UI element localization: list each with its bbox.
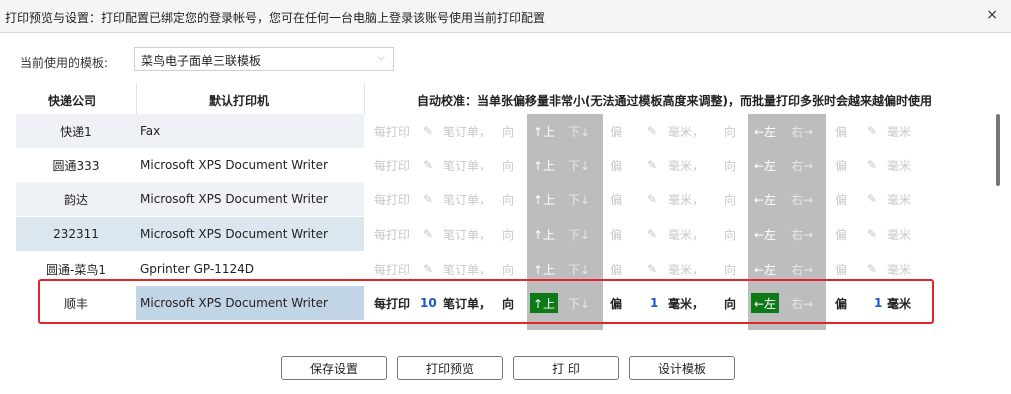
direction-label: 向 bbox=[724, 192, 737, 207]
offset-label: 偏 bbox=[610, 227, 623, 242]
right-toggle[interactable]: 右→ bbox=[791, 182, 813, 216]
right-toggle[interactable]: 右→ bbox=[791, 217, 813, 251]
up-toggle[interactable]: ↑上 bbox=[530, 121, 558, 141]
offset-label: 偏 bbox=[610, 192, 623, 207]
pencil-icon[interactable]: ✎ bbox=[647, 182, 657, 216]
orders-unit-label: 笔订单， bbox=[443, 158, 492, 173]
mm-label: 毫米， bbox=[668, 192, 705, 207]
direction-label: 向 bbox=[502, 158, 515, 173]
printer-name[interactable]: Microsoft XPS Document Writer bbox=[136, 217, 364, 251]
left-toggle[interactable]: ←左 bbox=[751, 224, 779, 244]
pencil-icon[interactable]: ✎ bbox=[647, 217, 657, 251]
pencil-icon[interactable]: ✎ bbox=[423, 114, 433, 148]
header-printer: 默认打印机 bbox=[209, 94, 270, 108]
mm-label: 毫米， bbox=[668, 227, 705, 242]
design-template-button[interactable]: 设计模板 bbox=[629, 356, 735, 380]
pencil-icon[interactable]: ✎ bbox=[867, 182, 877, 216]
print-preview-button[interactable]: 打印预览 bbox=[397, 356, 503, 380]
dialog-titlebar: 打印预览与设置：打印配置已绑定您的登录帐号，您可在任何一台电脑上登录该账号使用当… bbox=[0, 0, 1011, 33]
dialog-title: 打印预览与设置：打印配置已绑定您的登录帐号，您可在任何一台电脑上登录该账号使用当… bbox=[5, 11, 546, 25]
pencil-icon[interactable]: ✎ bbox=[647, 114, 657, 148]
down-toggle[interactable]: 下↓ bbox=[568, 182, 590, 216]
printer-name[interactable]: Fax bbox=[136, 114, 364, 148]
right-toggle[interactable]: 右→ bbox=[791, 114, 813, 148]
pencil-icon[interactable]: ✎ bbox=[423, 182, 433, 216]
pencil-icon[interactable]: ✎ bbox=[867, 114, 877, 148]
mm-label: 毫米 bbox=[887, 124, 912, 139]
offset-label: 偏 bbox=[835, 158, 848, 173]
left-toggle[interactable]: ←左 bbox=[751, 259, 779, 279]
up-toggle[interactable]: ↑上 bbox=[530, 259, 558, 279]
left-toggle[interactable]: ←左 bbox=[751, 121, 779, 141]
up-toggle[interactable]: ↑上 bbox=[530, 224, 558, 244]
down-toggle[interactable]: 下↓ bbox=[568, 217, 590, 251]
pencil-icon[interactable]: ✎ bbox=[423, 148, 433, 182]
table-row[interactable]: 232311 Microsoft XPS Document Writer 每打印 ✎ 笔… bbox=[0, 217, 990, 251]
save-settings-button[interactable]: 保存设置 bbox=[281, 356, 387, 380]
chevron-down-icon: ⌵ bbox=[377, 52, 385, 63]
left-toggle[interactable]: ←左 bbox=[751, 155, 779, 175]
header-company: 快递公司 bbox=[48, 94, 97, 108]
template-label: 当前使用的模板: bbox=[20, 56, 109, 70]
pencil-icon[interactable]: ✎ bbox=[867, 217, 877, 251]
close-icon[interactable]: × bbox=[986, 7, 998, 23]
direction-label: 向 bbox=[724, 124, 737, 139]
header-divider bbox=[364, 84, 365, 114]
direction-label: 向 bbox=[502, 124, 515, 139]
offset-label: 偏 bbox=[835, 227, 848, 242]
direction-label: 向 bbox=[502, 227, 515, 242]
every-print-label: 每打印 bbox=[374, 227, 411, 242]
mm-label: 毫米， bbox=[668, 158, 705, 173]
direction-label: 向 bbox=[502, 192, 515, 207]
scrollbar-thumb[interactable] bbox=[996, 114, 1000, 186]
direction-label: 向 bbox=[724, 158, 737, 173]
direction-label: 向 bbox=[724, 227, 737, 242]
down-toggle[interactable]: 下↓ bbox=[568, 114, 590, 148]
company-name: 快递1 bbox=[16, 114, 136, 148]
orders-unit-label: 笔订单， bbox=[443, 192, 492, 207]
table-row[interactable]: 快递1 Fax 每打印 ✎ 笔订单， 向 ↑上 下↓ 偏 ✎ 毫米， 向 ←左 右→ 偏 ✎ 毫米 bbox=[0, 114, 990, 148]
up-toggle[interactable]: ↑上 bbox=[530, 155, 558, 175]
every-print-label: 每打印 bbox=[374, 192, 411, 207]
up-toggle[interactable]: ↑上 bbox=[530, 189, 558, 209]
header-divider bbox=[136, 84, 137, 114]
printer-name[interactable]: Microsoft XPS Document Writer bbox=[136, 148, 364, 182]
every-print-label: 每打印 bbox=[374, 124, 411, 139]
left-toggle[interactable]: ←左 bbox=[751, 189, 779, 209]
mm-label: 毫米 bbox=[887, 158, 912, 173]
template-value: 菜鸟电子面单三联模板 bbox=[141, 54, 262, 68]
offset-label: 偏 bbox=[610, 124, 623, 139]
offset-label: 偏 bbox=[610, 158, 623, 173]
orders-unit-label: 笔订单， bbox=[443, 124, 492, 139]
printer-name[interactable]: Microsoft XPS Document Writer bbox=[136, 182, 364, 216]
mm-label: 毫米， bbox=[668, 124, 705, 139]
selected-row-highlight bbox=[38, 279, 934, 324]
mm-label: 毫米 bbox=[887, 192, 912, 207]
print-button[interactable]: 打 印 bbox=[513, 356, 619, 380]
offset-label: 偏 bbox=[835, 192, 848, 207]
pencil-icon[interactable]: ✎ bbox=[867, 148, 877, 182]
offset-label: 偏 bbox=[835, 124, 848, 139]
right-toggle[interactable]: 右→ bbox=[791, 148, 813, 182]
table-row[interactable]: 韵达 Microsoft XPS Document Writer 每打印 ✎ 笔订单， 向… bbox=[0, 182, 990, 216]
company-name: 232311 bbox=[16, 217, 136, 251]
header-calibration: 自动校准：当单张偏移量非常小(无法通过模板高度来调整)，而批量打印多张时会越来越… bbox=[417, 94, 932, 108]
orders-unit-label: 笔订单， bbox=[443, 227, 492, 242]
mm-label: 毫米 bbox=[887, 227, 912, 242]
company-name: 韵达 bbox=[16, 182, 136, 216]
pencil-icon[interactable]: ✎ bbox=[423, 217, 433, 251]
every-print-label: 每打印 bbox=[374, 158, 411, 173]
template-select[interactable]: 菜鸟电子面单三联模板 ⌵ bbox=[134, 47, 394, 71]
company-name: 圆通333 bbox=[16, 148, 136, 182]
table-row[interactable]: 圆通333 Microsoft XPS Document Writer 每打印 ✎ 笔订… bbox=[0, 148, 990, 182]
down-toggle[interactable]: 下↓ bbox=[568, 148, 590, 182]
pencil-icon[interactable]: ✎ bbox=[647, 148, 657, 182]
